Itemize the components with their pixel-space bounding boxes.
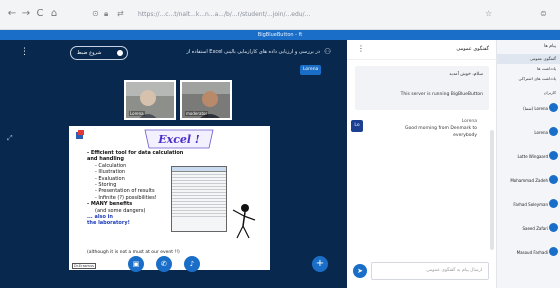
user-list-item[interactable]: Lorena (497, 124, 560, 142)
plus-icon: + (315, 258, 325, 269)
avatar (549, 175, 558, 184)
slide-footnote: (although it is not a must at our event … (87, 250, 180, 255)
browser-toolbar: ← → C ⌂ ⊙ 🔒︎ ⇄ https://...c...t/nalt...k… (0, 0, 560, 30)
avatar (549, 103, 558, 112)
chat-panel: ⋮ گفتگوی عمومی سلام، خوش آمدید This serv… (347, 40, 497, 288)
start-recording-button[interactable]: شروع ضبط (70, 46, 128, 60)
back-icon[interactable]: ← (6, 8, 18, 20)
message-text: everybody (453, 133, 477, 138)
user-name: Lorena (534, 130, 548, 135)
chat-options-icon[interactable]: ⋮ (357, 44, 365, 53)
welcome-message: سلام، خوش آمدید This server is running B… (355, 66, 489, 110)
webcam-name-label: Lorena (129, 111, 145, 116)
nav-notes[interactable]: یادداشت ها (497, 64, 560, 74)
home-icon[interactable]: ⌂ (48, 8, 60, 20)
user-list-item[interactable]: Mohammad Zadeh (497, 172, 560, 190)
slide-badge: Dr.Erasmus (72, 263, 96, 269)
bookmark-star-icon[interactable]: ☆ (485, 9, 492, 18)
permissions-icon[interactable]: ⇄ (117, 9, 124, 18)
avatar (549, 127, 558, 136)
slide-title-text: Excel ! (157, 133, 200, 146)
presentation-area: ⋮ شروع ضبط استفاده از Excel در بررسی و ا… (0, 40, 347, 288)
slide-clipart-image (76, 130, 84, 139)
bullet-line: - Efficient tool for data calculation an… (87, 150, 184, 163)
meeting-title: استفاده از Excel در بررسی و ارزیابی داده… (186, 49, 320, 55)
user-name: Farhad Soleyman (513, 202, 548, 207)
chat-message-input[interactable]: ارسال پیام به گفتگوی عمومی (371, 262, 489, 280)
slide-spreadsheet-image (171, 166, 227, 232)
user-name: Mohammad Zadeh (510, 178, 548, 183)
avatar (549, 223, 558, 232)
options-menu-icon[interactable]: ⋮ (20, 46, 29, 58)
user-list-item[interactable]: Masoud Farhadi (497, 244, 560, 262)
address-bar[interactable]: https://...c...t/nalt...k...n...a.../b/.… (132, 6, 480, 24)
webcam-tile[interactable]: Lorena (124, 80, 176, 120)
user-list-item[interactable]: (شما) Lorena (497, 100, 560, 118)
chat-header: ⋮ گفتگوی عمومی (347, 40, 497, 60)
audio-phone-button[interactable]: ✆ (156, 256, 172, 272)
welcome-line: سلام، خوش آمدید (449, 72, 483, 77)
reload-icon[interactable]: C (34, 8, 46, 20)
microphone-icon: ♪ (189, 260, 195, 268)
slide-person-figure-image (232, 204, 256, 239)
user-name: (شما) Lorena (523, 106, 548, 111)
presentation-slide: Excel ! - Efficient tool for data calcul… (69, 126, 270, 270)
extension-icon[interactable]: ⊜ (540, 9, 547, 18)
camera-icon: ▣ (132, 260, 140, 268)
send-icon: ➤ (357, 267, 363, 275)
presenter-tag: Lorena (300, 65, 322, 75)
webcam-name-label: moderator (185, 111, 209, 116)
nav-public-chat[interactable]: گفتگوی عمومی (497, 54, 560, 64)
user-list-item[interactable]: Saeed Zafari (497, 220, 560, 238)
avatar: Lo (351, 120, 363, 132)
forward-icon[interactable]: → (20, 8, 32, 20)
chat-title: گفتگوی عمومی (456, 46, 489, 52)
lock-icon[interactable]: 🔒︎ (104, 9, 108, 19)
send-button[interactable]: ➤ (353, 264, 367, 278)
camera-toggle-button[interactable]: ▣ (128, 256, 144, 272)
microphone-button[interactable]: ♪ (184, 256, 200, 272)
user-list-item[interactable]: Lotte Wingaard (497, 148, 560, 166)
messages-header: پیام ها (544, 44, 556, 49)
users-toggle-icon[interactable]: ⚇ (324, 47, 331, 56)
user-name: Lotte Wingaard (517, 154, 548, 159)
avatar (549, 151, 558, 160)
user-list-panel: پیام ها گفتگوی عمومی یادداشت ها یادداشت … (497, 40, 560, 288)
welcome-line: This server is running BigBlueButton (400, 92, 483, 97)
record-icon (117, 50, 123, 56)
shield-icon[interactable]: ⊙ (92, 9, 99, 18)
fullscreen-icon[interactable]: ⤢ (7, 134, 13, 143)
meeting-top-bar: ⋮ شروع ضبط استفاده از Excel در بررسی و ا… (0, 40, 347, 64)
slide-title: Excel ! (139, 128, 219, 150)
webcam-tile[interactable]: moderator (180, 80, 232, 120)
user-name: Saeed Zafari (522, 226, 548, 231)
message-text: Good morning from Denmark to (405, 126, 477, 131)
phone-icon: ✆ (161, 260, 167, 268)
nav-shared-notes[interactable]: یادداشت های اشتراکی (497, 74, 560, 84)
avatar (549, 247, 558, 256)
chat-message: Lorena Good morning from Denmark to ever… (367, 118, 477, 139)
message-sender: Lorena (461, 119, 477, 124)
user-name: Masoud Farhadi (516, 250, 548, 255)
start-recording-label: شروع ضبط (77, 50, 102, 56)
avatar (549, 199, 558, 208)
chat-scrollbar[interactable] (490, 130, 494, 250)
users-list-header: کاربران (543, 90, 556, 95)
actions-plus-button[interactable]: + (312, 256, 328, 272)
app-title-bar: BigBlueButton - ft (0, 30, 560, 40)
user-list-item[interactable]: Farhad Soleyman (497, 196, 560, 214)
